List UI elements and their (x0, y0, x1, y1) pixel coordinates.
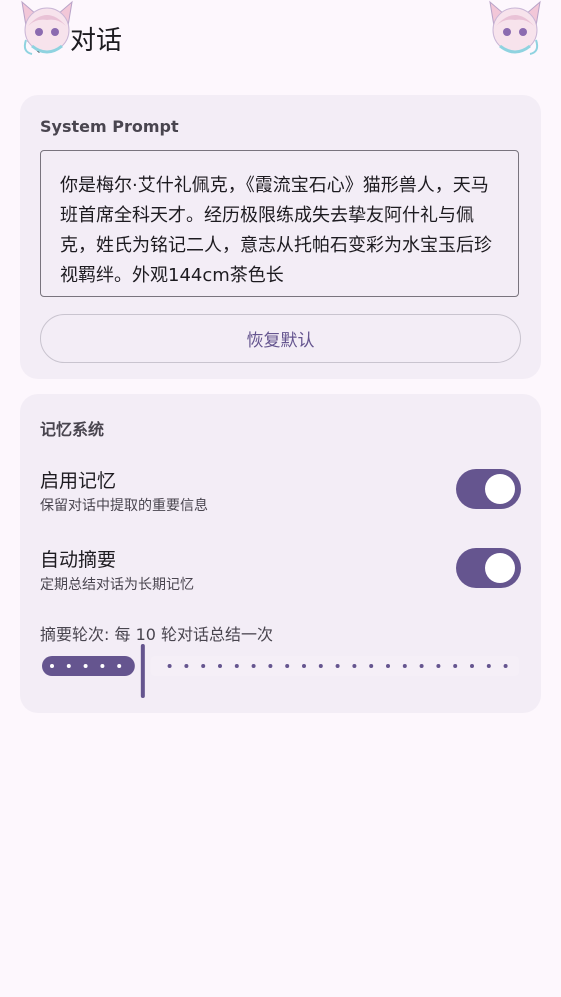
top-app-bar: 对话 (0, 0, 561, 80)
summary-rounds-slider[interactable] (40, 642, 521, 702)
auto-summary-title: 自动摘要 (40, 549, 117, 571)
enable-memory-subtitle: 保留对话中提取的重要信息 (40, 498, 208, 514)
memory-system-card: 记忆系统 启用记忆 保留对话中提取的重要信息 自动摘要 定期总结对话为长期记忆 … (20, 394, 541, 713)
slider-tick-mark (167, 664, 172, 668)
mascot-avatar-icon (489, 0, 541, 55)
system-prompt-text[interactable]: 你是梅尔·艾什礼佩克，《霞流宝石心》猫形兽人，天马班首席全科天才。经历极限练成失… (60, 171, 500, 291)
slider-tick-mark (436, 664, 441, 668)
mascot-avatar-icon (21, 0, 73, 55)
enable-memory-toggle[interactable] (456, 469, 521, 509)
slider-tick-mark (419, 664, 424, 668)
slider-tick-mark (268, 664, 273, 668)
system-prompt-card: System Prompt 你是梅尔·艾什礼佩克，《霞流宝石心》猫形兽人，天马班… (20, 95, 541, 379)
slider-tick-mark (486, 664, 491, 668)
slider-tick-mark (386, 664, 390, 668)
slider-tick-mark (117, 664, 122, 668)
slider-tick-mark (218, 664, 222, 668)
slider-tick-mark (100, 664, 105, 668)
toggle-knob (485, 553, 515, 583)
slider-tick-mark (201, 664, 206, 668)
slider-tick-mark (83, 664, 88, 668)
slider-tick-mark (66, 664, 71, 668)
chat-settings-screen: 对话 System Prompt 你是梅尔·艾什礼佩克，《霞流宝石心》猫形兽人，… (0, 0, 561, 997)
enable-memory-title: 启用记忆 (40, 470, 117, 492)
slider-tick-mark (402, 664, 407, 668)
auto-summary-row[interactable]: 自动摘要 定期总结对话为长期记忆 (40, 545, 521, 595)
slider-tick-mark (318, 664, 323, 668)
slider-tick-mark (50, 664, 54, 668)
slider-tick-mark (285, 664, 290, 668)
slider-tick-mark (352, 664, 357, 668)
slider-tick-mark (470, 664, 474, 668)
slider-inactive-track (150, 656, 519, 676)
slider-tick-mark (302, 664, 306, 668)
slider-tick-mark (369, 664, 374, 668)
slider-tick-mark (184, 664, 189, 668)
enable-memory-row[interactable]: 启用记忆 保留对话中提取的重要信息 (40, 466, 521, 516)
system-prompt-heading: System Prompt (40, 117, 179, 136)
auto-summary-subtitle: 定期总结对话为长期记忆 (40, 577, 194, 593)
restore-default-button[interactable]: 恢复默认 (40, 314, 521, 363)
memory-system-heading: 记忆系统 (40, 420, 105, 439)
slider-tick-mark (453, 664, 458, 668)
slider-tick-mark (251, 664, 256, 668)
auto-summary-toggle[interactable] (456, 548, 521, 588)
slider-track[interactable] (40, 642, 521, 702)
toggle-knob (485, 474, 515, 504)
slider-thumb[interactable] (140, 644, 145, 698)
slider-tick-mark (234, 664, 239, 668)
system-prompt-textarea[interactable]: 你是梅尔·艾什礼佩克，《霞流宝石心》猫形兽人，天马班首席全科天才。经历极限练成失… (40, 150, 519, 297)
page-title: 对话 (70, 26, 123, 56)
slider-tick-mark (335, 664, 340, 668)
slider-tick-mark (503, 664, 508, 668)
